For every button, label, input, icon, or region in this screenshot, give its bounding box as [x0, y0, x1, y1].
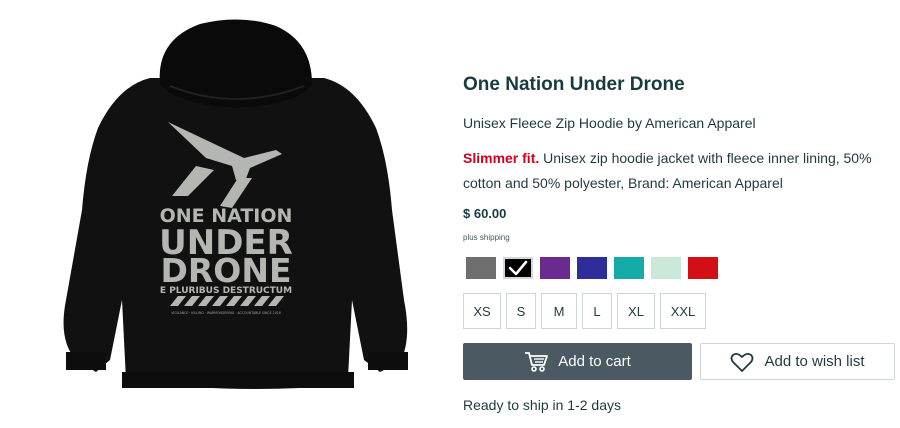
product-subtitle: Unisex Fleece Zip Hoodie by American App… — [463, 115, 756, 131]
art-line-motto: E PLURIBUS DESTRUCTUM — [160, 286, 292, 296]
shipping-note: plus shipping — [463, 233, 510, 242]
size-option-m[interactable]: M — [541, 293, 577, 329]
add-to-cart-label: Add to cart — [558, 353, 631, 370]
color-swatch-red[interactable] — [688, 257, 718, 279]
size-option-l[interactable]: L — [582, 293, 612, 329]
product-description: Slimmer fit. Unisex zip hoodie jacket wi… — [463, 146, 895, 196]
color-swatch-teal[interactable] — [614, 257, 644, 279]
color-swatch-black[interactable] — [503, 257, 533, 279]
size-option-xxl[interactable]: XXL — [660, 293, 706, 329]
art-fineprint: VIGILANCE · KILLING · WARMONGERING · ACC… — [171, 311, 281, 315]
check-icon — [508, 260, 528, 276]
color-swatches — [466, 257, 718, 279]
product-image: ONE NATION UNDER DRONE E PLURIBUS DESTRU… — [0, 0, 440, 428]
add-to-cart-button[interactable]: Add to cart — [463, 343, 692, 380]
size-option-xs[interactable]: XS — [463, 293, 501, 329]
color-swatch-gray[interactable] — [466, 257, 496, 279]
art-line-drone: DRONE — [160, 251, 291, 290]
add-to-wishlist-button[interactable]: Add to wish list — [700, 343, 895, 380]
description-highlight: Slimmer fit. — [463, 150, 540, 166]
hoodie-illustration: ONE NATION UNDER DRONE E PLURIBUS DESTRU… — [63, 19, 408, 389]
cart-icon — [525, 351, 549, 372]
size-options: XS S M L XL XXL — [463, 293, 706, 329]
size-option-s[interactable]: S — [506, 293, 536, 329]
color-swatch-purple[interactable] — [540, 257, 570, 279]
add-to-wishlist-label: Add to wish list — [764, 353, 865, 370]
color-swatch-royal-blue[interactable] — [577, 257, 607, 279]
color-swatch-mint[interactable] — [651, 257, 681, 279]
size-option-xl[interactable]: XL — [617, 293, 655, 329]
product-price: $ 60.00 — [463, 206, 507, 221]
availability-text: Ready to ship in 1-2 days — [463, 397, 621, 413]
product-title: One Nation Under Drone — [463, 74, 685, 95]
heart-icon — [731, 352, 754, 372]
